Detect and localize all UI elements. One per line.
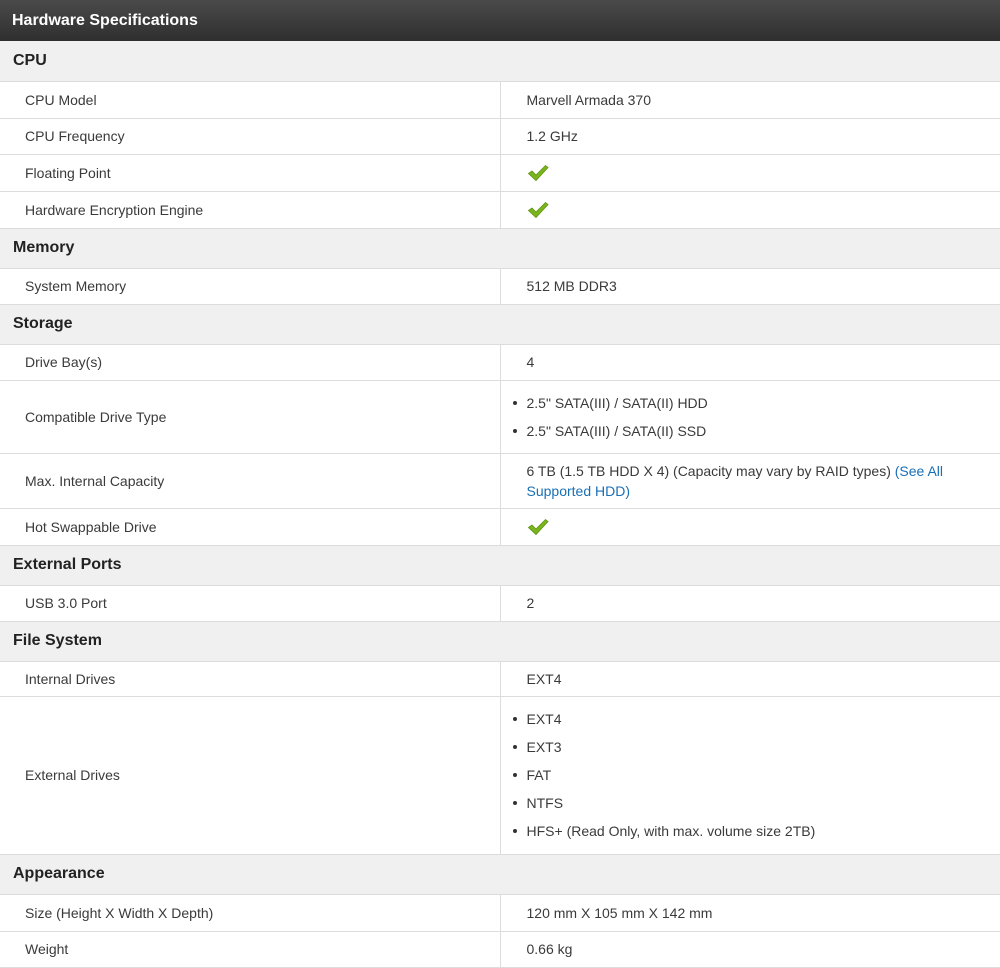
spec-value: 1.2 GHz xyxy=(500,118,1000,155)
spec-value: 512 MB DDR3 xyxy=(500,268,1000,305)
spec-value: 2 xyxy=(500,585,1000,622)
spec-label: Internal Drives xyxy=(0,661,501,697)
list-item: EXT3 xyxy=(505,733,975,761)
list-item: 2.5" SATA(III) / SATA(II) HDD xyxy=(505,389,975,417)
spec-label: Compatible Drive Type xyxy=(0,380,501,454)
spec-label: Hardware Encryption Engine xyxy=(0,191,501,229)
section-header-file-system: File System xyxy=(0,621,1000,662)
spec-value: 4 xyxy=(500,344,1000,381)
spec-value: Marvell Armada 370 xyxy=(500,81,1000,119)
spec-row-drive-bays: Drive Bay(s) 4 xyxy=(0,344,1000,381)
spec-label: CPU Model xyxy=(0,81,501,119)
section-header-cpu: CPU xyxy=(0,41,1000,82)
spec-value: EXT4 xyxy=(500,661,1000,697)
section-header-storage: Storage xyxy=(0,304,1000,345)
spec-label: Max. Internal Capacity xyxy=(0,453,501,509)
spec-row-floating-point: Floating Point xyxy=(0,154,1000,192)
spec-table: CPU CPU Model Marvell Armada 370 CPU Fre… xyxy=(0,41,1000,968)
spec-row-external-drives: External Drives EXT4 EXT3 FAT NTFS HFS+ … xyxy=(0,696,1000,855)
spec-value: 2.5" SATA(III) / SATA(II) HDD 2.5" SATA(… xyxy=(500,380,1000,454)
spec-value: EXT4 EXT3 FAT NTFS HFS+ (Read Only, with… xyxy=(500,696,1000,855)
list-item: FAT xyxy=(505,761,975,789)
section-title: Appearance xyxy=(0,854,1000,895)
spec-value: 0.66 kg xyxy=(500,931,1000,968)
section-title: External Ports xyxy=(0,545,1000,586)
spec-value xyxy=(500,508,1000,546)
spec-row-cpu-frequency: CPU Frequency 1.2 GHz xyxy=(0,118,1000,155)
spec-label: External Drives xyxy=(0,696,501,855)
spec-label: Weight xyxy=(0,931,501,968)
list-item: NTFS xyxy=(505,789,975,817)
section-title: CPU xyxy=(0,41,1000,82)
section-header-appearance: Appearance xyxy=(0,854,1000,895)
spec-value xyxy=(500,154,1000,192)
bullet-list: EXT4 EXT3 FAT NTFS HFS+ (Read Only, with… xyxy=(505,705,975,845)
checkmark-icon xyxy=(527,518,975,536)
spec-label: USB 3.0 Port xyxy=(0,585,501,622)
bullet-list: 2.5" SATA(III) / SATA(II) HDD 2.5" SATA(… xyxy=(505,389,975,445)
spec-row-encryption-engine: Hardware Encryption Engine xyxy=(0,191,1000,229)
spec-row-hot-swap: Hot Swappable Drive xyxy=(0,508,1000,546)
spec-label: CPU Frequency xyxy=(0,118,501,155)
spec-label: System Memory xyxy=(0,268,501,305)
spec-row-max-capacity: Max. Internal Capacity 6 TB (1.5 TB HDD … xyxy=(0,453,1000,509)
section-header-memory: Memory xyxy=(0,228,1000,269)
list-item: HFS+ (Read Only, with max. volume size 2… xyxy=(505,817,975,845)
spec-row-internal-drives: Internal Drives EXT4 xyxy=(0,661,1000,697)
spec-row-system-memory: System Memory 512 MB DDR3 xyxy=(0,268,1000,305)
list-item: 2.5" SATA(III) / SATA(II) SSD xyxy=(505,417,975,445)
spec-row-cpu-model: CPU Model Marvell Armada 370 xyxy=(0,81,1000,119)
capacity-text: 6 TB (1.5 TB HDD X 4) (Capacity may vary… xyxy=(526,462,895,479)
spec-label: Floating Point xyxy=(0,154,501,192)
spec-row-weight: Weight 0.66 kg xyxy=(0,931,1000,968)
spec-row-drive-type: Compatible Drive Type 2.5" SATA(III) / S… xyxy=(0,380,1000,454)
checkmark-icon xyxy=(527,164,975,182)
spec-row-usb3-port: USB 3.0 Port 2 xyxy=(0,585,1000,622)
section-header-external-ports: External Ports xyxy=(0,545,1000,586)
section-title: Memory xyxy=(0,228,1000,269)
spec-label: Hot Swappable Drive xyxy=(0,508,501,546)
section-title: File System xyxy=(0,621,1000,662)
list-item: EXT4 xyxy=(505,705,975,733)
spec-value xyxy=(500,191,1000,229)
spec-value: 120 mm X 105 mm X 142 mm xyxy=(500,894,1000,932)
spec-label: Drive Bay(s) xyxy=(0,344,501,381)
section-title: Storage xyxy=(0,304,1000,345)
spec-row-size: Size (Height X Width X Depth) 120 mm X 1… xyxy=(0,894,1000,932)
spec-label: Size (Height X Width X Depth) xyxy=(0,894,501,932)
spec-value: 6 TB (1.5 TB HDD X 4) (Capacity may vary… xyxy=(500,453,1000,509)
page-title: Hardware Specifications xyxy=(0,0,1000,41)
checkmark-icon xyxy=(527,201,975,219)
